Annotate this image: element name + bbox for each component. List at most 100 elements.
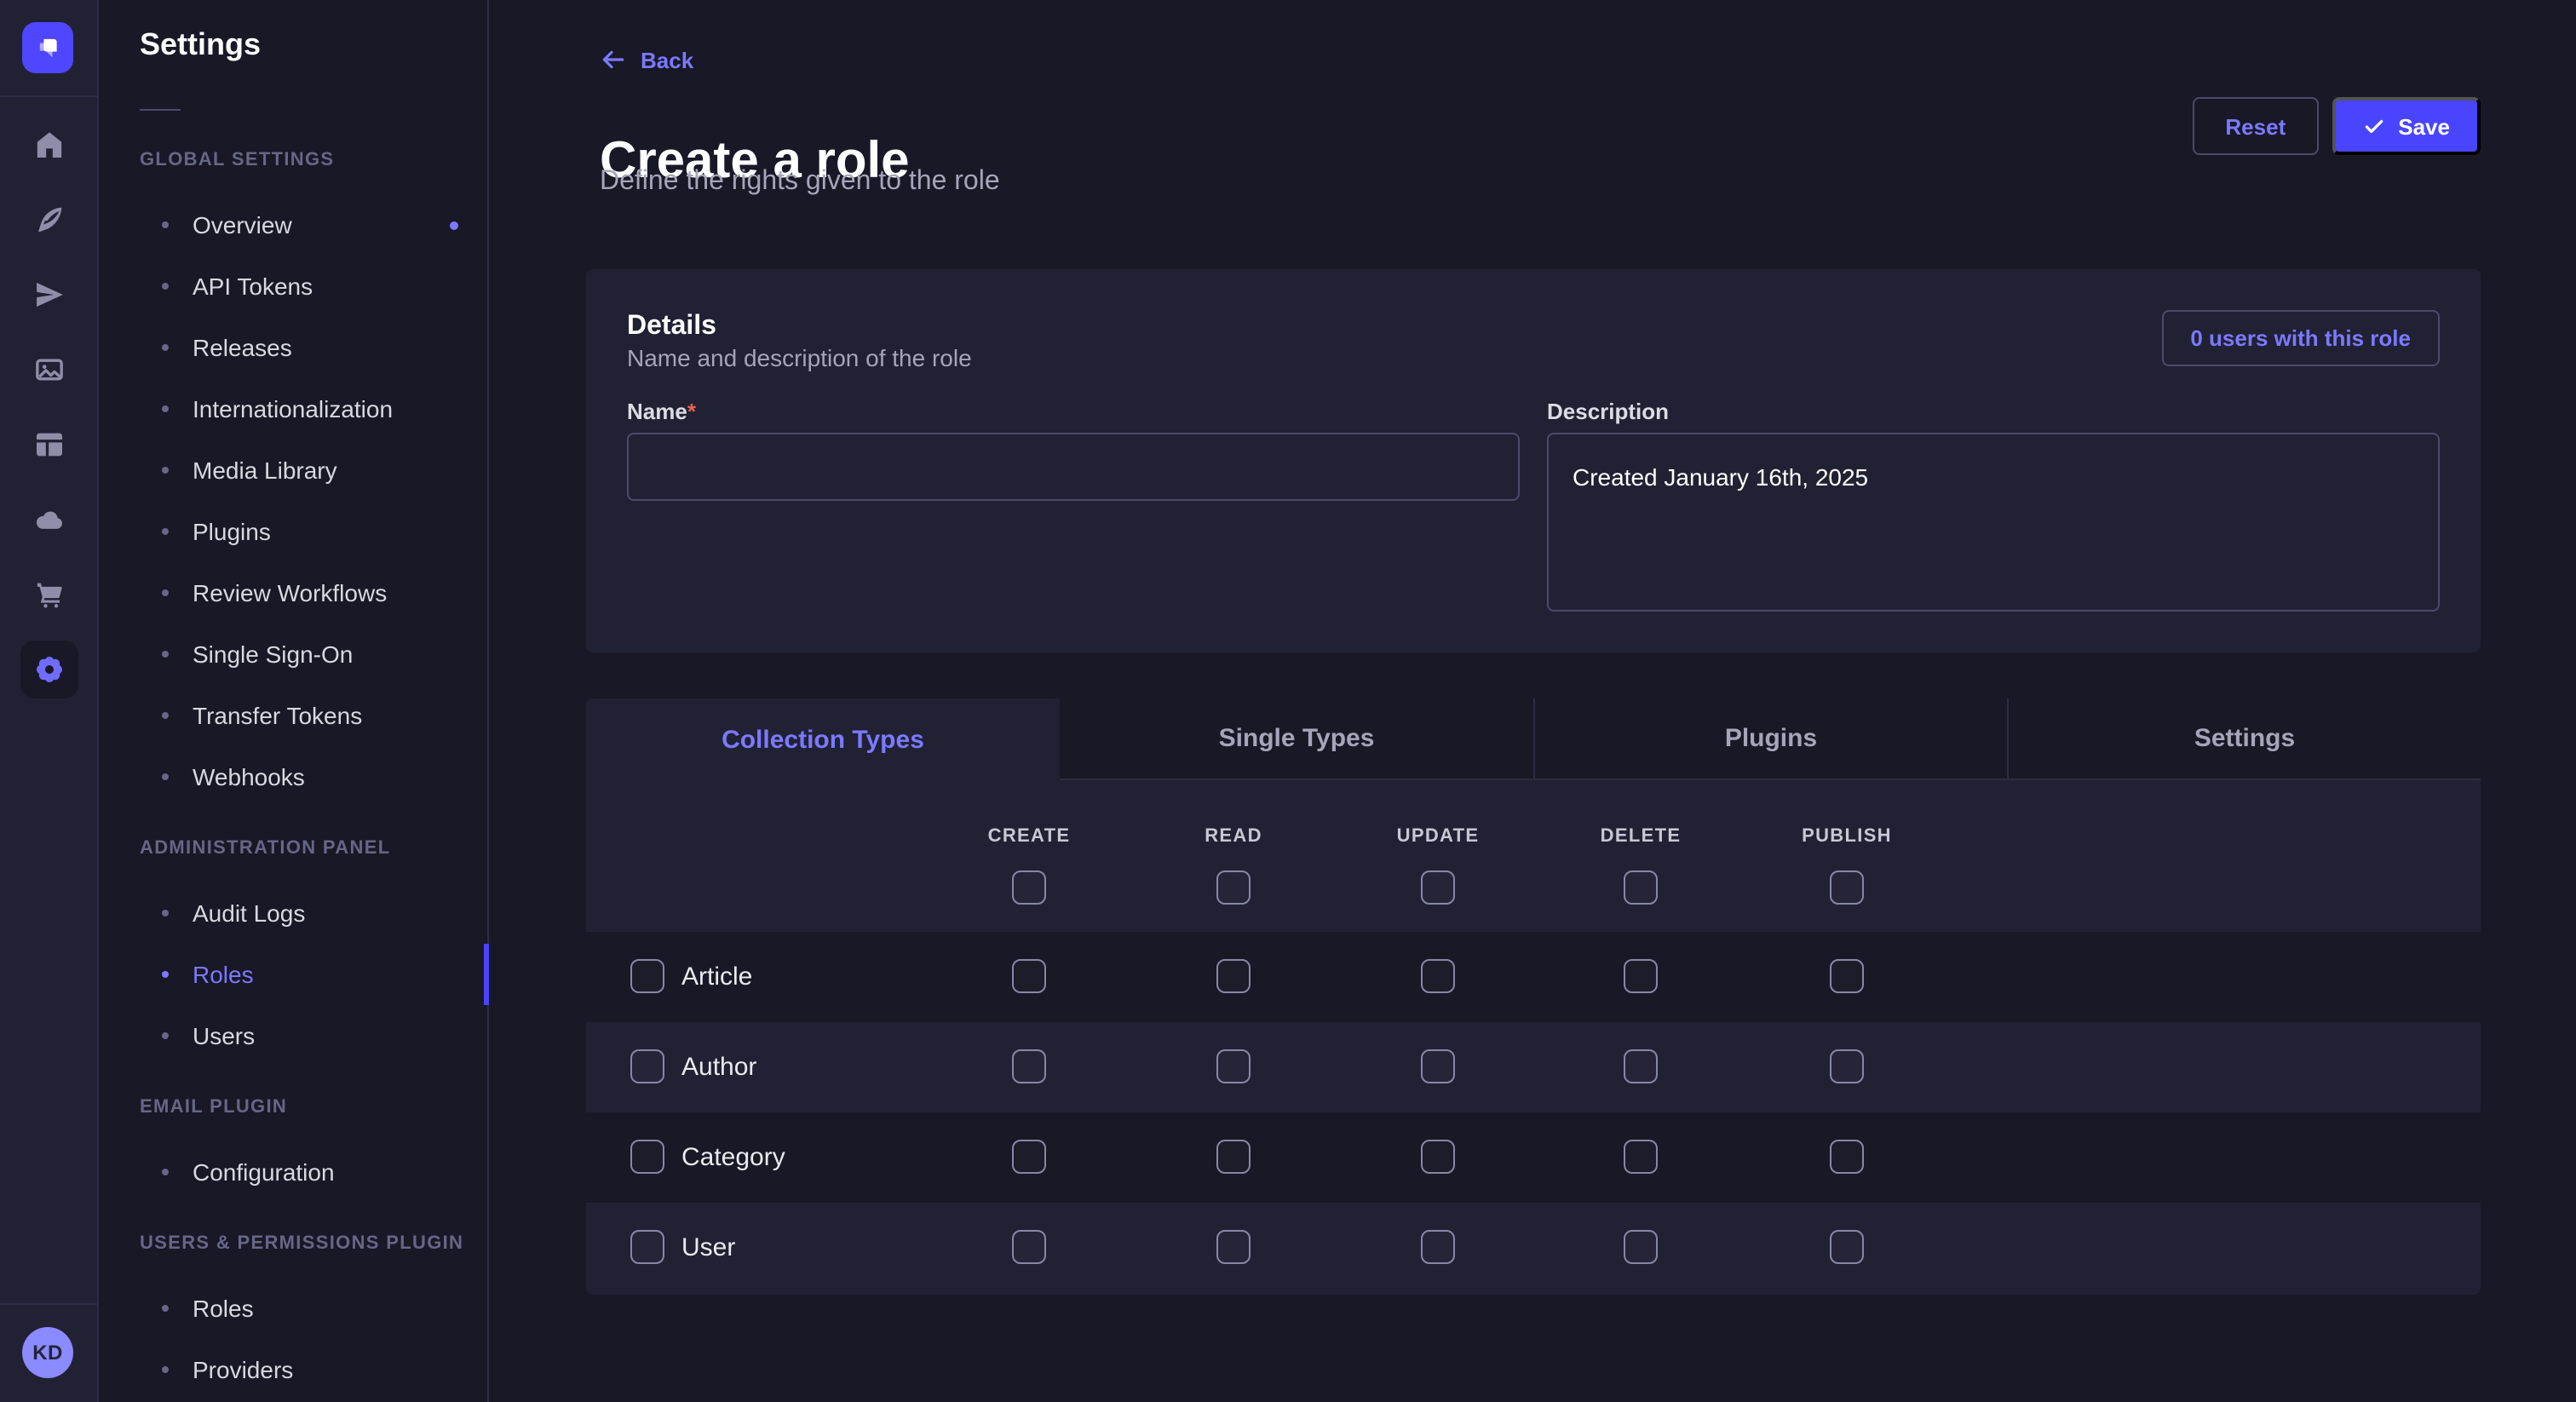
column-header-delete: DELETE	[1601, 826, 1682, 847]
sidebar-item-overview[interactable]: Overview	[140, 194, 487, 256]
home-icon[interactable]	[0, 107, 97, 182]
name-label: Name*	[627, 399, 1520, 426]
tab-settings[interactable]: Settings	[2007, 698, 2481, 780]
row-select-checkbox[interactable]	[630, 1230, 664, 1264]
read-checkbox[interactable]	[1216, 1140, 1251, 1174]
read-checkbox[interactable]	[1216, 959, 1251, 993]
sidebar-item-media-library[interactable]: Media Library	[140, 440, 487, 501]
description-textarea[interactable]: Created January 16th, 2025	[1547, 433, 2440, 612]
sidebar-item-users[interactable]: Users	[140, 1005, 487, 1066]
delete-checkbox[interactable]	[1624, 1230, 1658, 1264]
select-all-create-checkbox[interactable]	[1012, 871, 1046, 905]
select-all-publish-checkbox[interactable]	[1830, 871, 1864, 905]
permissions-tabs: Collection Types Single Types Plugins Se…	[586, 698, 2481, 780]
tab-collection-types[interactable]: Collection Types	[586, 698, 1060, 780]
permission-row-author: Author	[586, 1022, 2481, 1112]
column-header-update: UPDATE	[1397, 826, 1480, 847]
publish-checkbox[interactable]	[1830, 959, 1864, 993]
bullet-icon	[162, 1032, 169, 1039]
create-checkbox[interactable]	[1012, 1140, 1046, 1174]
details-heading: Details	[627, 310, 716, 344]
select-all-delete-checkbox[interactable]	[1624, 871, 1658, 905]
sidebar-item-api-tokens[interactable]: API Tokens	[140, 256, 487, 317]
tab-single-types[interactable]: Single Types	[1060, 698, 1533, 780]
sidebar-item-plugins[interactable]: Plugins	[140, 501, 487, 562]
permissions-panel: Collection Types Single Types Plugins Se…	[586, 698, 2481, 1295]
sidebar-item-label: Overview	[193, 211, 292, 238]
row-select-checkbox[interactable]	[630, 1049, 664, 1083]
create-checkbox[interactable]	[1012, 959, 1046, 993]
sidebar-item-audit-logs[interactable]: Audit Logs	[140, 882, 487, 944]
user-avatar[interactable]: KD	[22, 1327, 73, 1378]
settings-subnav: Settings GLOBAL SETTINGS Overview API To…	[99, 0, 489, 1402]
cloud-icon[interactable]	[0, 482, 97, 557]
reset-button[interactable]: Reset	[2193, 97, 2318, 155]
name-input[interactable]	[627, 433, 1520, 501]
row-select-checkbox[interactable]	[630, 1140, 664, 1174]
send-icon[interactable]	[0, 257, 97, 332]
permission-row-user: User	[586, 1203, 2481, 1293]
create-checkbox[interactable]	[1012, 1049, 1046, 1083]
delete-checkbox[interactable]	[1624, 1049, 1658, 1083]
sidebar-item-roles-up[interactable]: Roles	[140, 1278, 487, 1339]
publish-checkbox[interactable]	[1830, 1049, 1864, 1083]
sidebar-item-label: Media Library	[193, 457, 337, 484]
column-header-read: READ	[1205, 826, 1262, 847]
content-manager-icon[interactable]	[0, 182, 97, 257]
row-label: Category	[681, 1112, 785, 1203]
publish-checkbox[interactable]	[1830, 1230, 1864, 1264]
check-icon	[2362, 115, 2384, 137]
read-checkbox[interactable]	[1216, 1230, 1251, 1264]
content-type-builder-icon[interactable]	[0, 407, 97, 482]
marketplace-cart-icon[interactable]	[0, 557, 97, 632]
sidebar-item-webhooks[interactable]: Webhooks	[140, 746, 487, 807]
select-all-update-checkbox[interactable]	[1421, 871, 1455, 905]
active-indicator	[484, 944, 489, 1005]
delete-checkbox[interactable]	[1624, 959, 1658, 993]
sidebar-item-label: Single Sign-On	[193, 641, 353, 668]
update-checkbox[interactable]	[1421, 1230, 1455, 1264]
settings-gear-icon[interactable]	[0, 632, 97, 707]
strapi-admin-app: KD Settings GLOBAL SETTINGS Overview API…	[0, 0, 2576, 1402]
strapi-logo-icon	[29, 29, 66, 66]
bullet-icon	[162, 1169, 169, 1175]
bullet-icon	[162, 1305, 169, 1312]
save-button[interactable]: Save	[2332, 97, 2481, 155]
sidebar-item-label: Transfer Tokens	[193, 702, 362, 729]
sidebar-item-transfer-tokens[interactable]: Transfer Tokens	[140, 685, 487, 746]
section-label-global-settings: GLOBAL SETTINGS	[140, 147, 487, 174]
sidebar-item-configuration[interactable]: Configuration	[140, 1141, 487, 1203]
rail-divider	[0, 95, 97, 97]
main-nav-rail: KD	[0, 0, 99, 1402]
sidebar-item-label: API Tokens	[193, 273, 313, 300]
bullet-icon	[162, 971, 169, 978]
row-select-checkbox[interactable]	[630, 959, 664, 993]
description-field-group: Description Created January 16th, 2025	[1547, 399, 2440, 620]
back-link[interactable]: Back	[600, 46, 693, 73]
read-checkbox[interactable]	[1216, 1049, 1251, 1083]
delete-checkbox[interactable]	[1624, 1140, 1658, 1174]
bullet-icon	[162, 283, 169, 290]
sidebar-item-label: Webhooks	[193, 763, 305, 790]
publish-checkbox[interactable]	[1830, 1140, 1864, 1174]
users-with-role-button[interactable]: 0 users with this role	[2161, 310, 2440, 366]
update-checkbox[interactable]	[1421, 1049, 1455, 1083]
bullet-icon	[162, 712, 169, 719]
sidebar-item-releases[interactable]: Releases	[140, 317, 487, 378]
media-library-icon[interactable]	[0, 332, 97, 407]
tab-plugins[interactable]: Plugins	[1533, 698, 2007, 780]
select-all-read-checkbox[interactable]	[1216, 871, 1251, 905]
sidebar-item-roles-admin[interactable]: Roles	[140, 944, 487, 1005]
sidebar-item-review-workflows[interactable]: Review Workflows	[140, 562, 487, 623]
sidebar-item-single-sign-on[interactable]: Single Sign-On	[140, 623, 487, 685]
sidebar-item-label: Roles	[193, 1295, 254, 1322]
sidebar-item-label: Review Workflows	[193, 579, 387, 606]
arrow-left-icon	[600, 46, 627, 73]
description-label: Description	[1547, 399, 2440, 426]
update-checkbox[interactable]	[1421, 959, 1455, 993]
sidebar-item-providers[interactable]: Providers	[140, 1339, 487, 1400]
update-checkbox[interactable]	[1421, 1140, 1455, 1174]
sidebar-item-internationalization[interactable]: Internationalization	[140, 378, 487, 440]
create-checkbox[interactable]	[1012, 1230, 1046, 1264]
strapi-logo[interactable]	[22, 22, 73, 73]
